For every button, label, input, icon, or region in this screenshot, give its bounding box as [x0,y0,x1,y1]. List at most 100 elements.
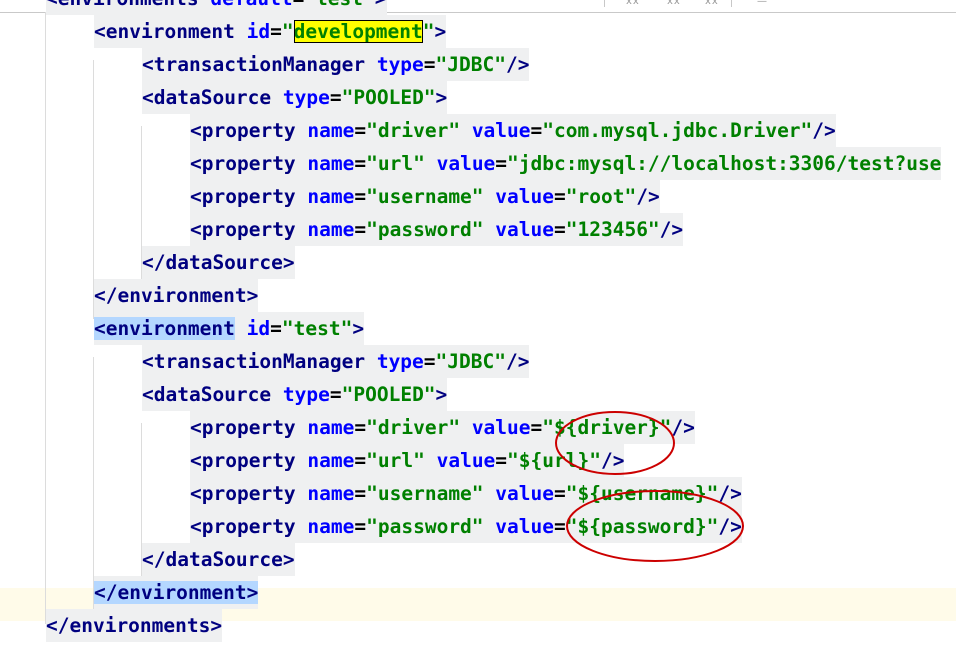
token-tag: < [190,185,202,208]
token-punc: = [354,119,367,142]
token-punc: = [423,53,436,76]
token-punc: = [270,20,282,43]
token-punc: = [495,449,508,472]
token-tag: </ [94,284,118,307]
token-tag: > [434,20,447,43]
token-tag: environment [105,20,235,43]
token-val: "url" [366,449,425,472]
token-punc: = [329,86,342,109]
token-punc [296,515,308,538]
code-line-property-driver-dev[interactable]: <property name="driver" value="com.mysql… [190,114,836,147]
token-punc: = [530,119,543,142]
token-tag: > [352,317,365,340]
code-line-property-username-dev[interactable]: <property name="username" value="root"/> [190,180,660,213]
token-val: "POOLED" [341,383,436,406]
token-tag: environment [105,317,235,340]
token-punc: = [554,185,566,208]
token-tag: property [201,119,296,142]
code-line-property-url-test[interactable]: <property name="url" value="${url}"/> [190,444,625,477]
token-tag: < [190,449,202,472]
token-val: "JDBC" [435,53,506,76]
token-punc [271,86,283,109]
token-attr: value [471,416,531,439]
code-line-environments-close[interactable]: </environments> [46,609,223,642]
token-attr: type [282,383,330,406]
token-punc [296,185,308,208]
truncated-tab-label: xx [667,0,681,7]
code-line-property-url-dev[interactable]: <property name="url" value="jdbc:mysql:/… [190,147,942,180]
code-line-datasource-dev-open[interactable]: <dataSource type="POOLED"> [142,81,448,114]
token-punc: = [423,350,436,373]
truncated-tab-label: xx [705,0,719,7]
token-attr: type [376,350,424,373]
token-punc [296,416,308,439]
code-line-datasource-test-open[interactable]: <dataSource type="POOLED"> [142,378,448,411]
token-val: "${driver}" [542,416,672,439]
token-attr: value [495,482,554,505]
token-tag: /> [812,119,836,142]
code-line-environment-development-open[interactable]: <environment id="development"> [94,15,447,48]
token-tag: dataSource [165,251,283,274]
token-val: "jdbc:mysql://localhost:3306/test?use [507,152,942,175]
code-line-datasource-dev-close[interactable]: </dataSource> [142,246,295,279]
token-tag: transactionManager [153,350,366,373]
tab-separator [604,0,605,7]
token-tag: < [142,383,154,406]
token-punc [296,482,308,505]
code-line-property-driver-test[interactable]: <property name="driver" value="${driver}… [190,411,695,444]
code-line-environment-test-open[interactable]: <environment id="test"> [94,312,365,345]
token-punc [484,218,496,241]
token-tag: < [190,119,202,142]
token-tag: < [46,0,58,10]
code-line-property-username-test[interactable]: <property name="username" value="${usern… [190,477,742,510]
token-tag: transactionManager [153,53,366,76]
token-val: "POOLED" [341,86,436,109]
token-tag: < [190,482,202,505]
token-tag: < [94,20,106,43]
token-tag: /> [718,482,742,505]
token-tag: dataSource [153,383,272,406]
token-attr: value [495,185,554,208]
token-tag: property [201,449,296,472]
token-attr: id [246,20,271,43]
token-punc: = [354,416,367,439]
code-line-environment-test-close[interactable]: </environment> [94,576,259,609]
tab-separator [731,0,732,7]
token-tag: environment [117,284,247,307]
token-val: "password" [366,218,484,241]
token-val: "driver" [366,119,461,142]
code-line-environments-open[interactable]: <environments default="test"> [46,0,387,15]
token-punc [296,152,308,175]
token-val: "${password}" [565,515,719,538]
token-attr: name [307,185,355,208]
token-val: development [293,20,423,43]
token-attr: id [246,317,271,340]
truncated-tab-label: — [757,0,768,7]
code-line-datasource-test-close[interactable]: </dataSource> [142,543,295,576]
token-punc: = [270,317,282,340]
token-val: "password" [366,515,484,538]
token-punc: = [329,383,342,406]
token-tag: > [375,0,387,10]
token-tag: > [246,581,259,604]
token-tag: > [282,548,295,571]
token-tag: < [190,416,202,439]
token-punc [199,0,211,10]
token-val: "${url}" [507,449,601,472]
token-punc [484,482,496,505]
token-punc [365,53,377,76]
token-attr: name [307,416,355,439]
code-editor[interactable]: xx xx xx — <environments default="test">… [0,0,956,665]
code-line-property-password-test[interactable]: <property name="password" value="${passw… [190,510,742,543]
token-tag: property [201,482,296,505]
token-tag: dataSource [153,86,272,109]
token-punc: = [554,218,566,241]
token-punc [484,185,496,208]
code-line-environment-development-close[interactable]: </environment> [94,279,259,312]
token-tag: </ [94,581,118,604]
code-line-property-password-dev[interactable]: <property name="password" value="123456"… [190,213,684,246]
token-tag: < [190,515,202,538]
code-line-transaction-manager-test[interactable]: <transactionManager type="JDBC"/> [142,345,530,378]
code-line-transaction-manager-dev[interactable]: <transactionManager type="JDBC"/> [142,48,530,81]
token-punc [460,416,472,439]
